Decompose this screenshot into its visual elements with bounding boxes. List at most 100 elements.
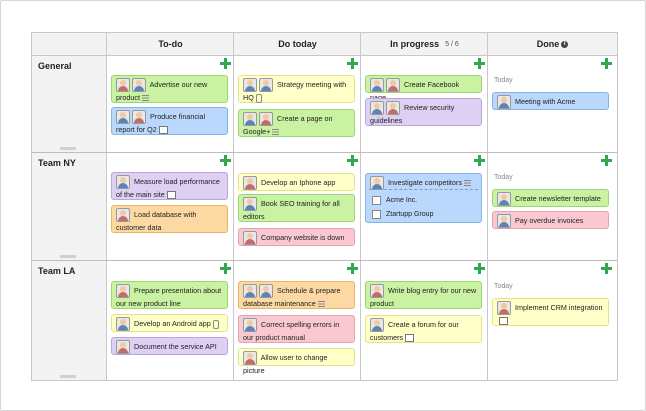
card-picture[interactable]: Allow user to change picture	[238, 348, 355, 375]
avatar-icon	[243, 197, 257, 211]
info-icon[interactable]: i	[561, 40, 569, 48]
divider	[32, 152, 617, 153]
card-investigate[interactable]: Investigate competitors Acme Inc. Ztartu…	[365, 173, 482, 223]
avatar-icon	[386, 101, 400, 115]
card-title: Pay overdue invoices	[515, 215, 584, 225]
add-card-icon[interactable]	[601, 263, 612, 274]
avatar-icon	[243, 351, 257, 365]
card-title: Write blog entry for our new product	[370, 285, 477, 308]
add-card-icon[interactable]	[347, 155, 358, 166]
card-spelling[interactable]: Correct spelling errors in our product m…	[238, 315, 355, 343]
column-header-in-progress[interactable]: In progress 5 / 6	[361, 33, 488, 56]
add-card-icon[interactable]	[220, 58, 231, 69]
card-meeting-acme[interactable]: Meeting with Acme	[492, 92, 609, 110]
card-advertise[interactable]: Advertise our new product	[111, 75, 228, 103]
resize-handle[interactable]	[60, 147, 76, 150]
add-card-icon[interactable]	[347, 263, 358, 274]
avatar-icon	[132, 110, 146, 124]
checklist-item[interactable]: Ztartupp Group	[372, 209, 433, 220]
card-title: Develop an Iphone app	[261, 177, 336, 187]
avatar-icon	[116, 340, 130, 354]
card-load-database[interactable]: Load database with customer data	[111, 205, 228, 233]
avatar-icon	[116, 110, 130, 124]
column-title: Done	[536, 39, 560, 49]
divider	[32, 260, 617, 261]
card-strategy-meeting[interactable]: Strategy meeting with HQ	[238, 75, 355, 103]
checkbox-icon[interactable]	[372, 195, 381, 205]
attachment-icon	[255, 93, 262, 103]
comment-icon	[158, 126, 168, 135]
card-iphone-app[interactable]: Develop an Iphone app	[238, 173, 355, 191]
card-seo-training[interactable]: Book SEO training for all editors	[238, 194, 355, 222]
avatar-icon	[370, 101, 384, 115]
add-card-icon[interactable]	[601, 58, 612, 69]
add-card-icon[interactable]	[601, 155, 612, 166]
divider	[487, 33, 488, 380]
avatar-icon	[132, 78, 146, 92]
card-create-facebook[interactable]: Create Facebook page	[365, 75, 482, 102]
column-header-todo[interactable]: To-do	[107, 33, 234, 56]
today-label: Today	[494, 77, 513, 84]
add-card-icon[interactable]	[474, 155, 485, 166]
avatar-icon	[243, 112, 257, 126]
add-card-icon[interactable]	[347, 58, 358, 69]
card-create-page[interactable]: Create a page on Google+	[238, 109, 355, 137]
card-newsletter[interactable]: Create newsletter template	[492, 189, 609, 207]
swimlane-team-ny[interactable]: Team NY	[32, 153, 107, 260]
checklist-item[interactable]: Acme Inc.	[372, 195, 417, 206]
checklist-label: Acme Inc.	[386, 197, 418, 204]
today-label: Today	[494, 283, 513, 290]
swimlane-team-la[interactable]: Team LA	[32, 261, 107, 380]
swimlane-title: Team NY	[38, 158, 76, 168]
avatar-icon	[370, 176, 384, 190]
card-review-security[interactable]: Review security guidelines	[365, 98, 482, 126]
card-crm[interactable]: Implement CRM integration	[492, 298, 609, 326]
avatar-icon	[370, 318, 384, 332]
avatar-icon	[259, 284, 273, 298]
card-forum[interactable]: Create a forum for our customers	[365, 315, 482, 343]
comment-icon	[166, 191, 176, 200]
swimlane-title: General	[38, 61, 72, 71]
divider	[360, 33, 361, 380]
resize-handle[interactable]	[60, 255, 76, 258]
add-card-icon[interactable]	[474, 263, 485, 274]
column-header-do-today[interactable]: Do today	[234, 33, 361, 56]
avatar-icon	[243, 78, 257, 92]
card-title: Book SEO training for all editors	[243, 198, 340, 221]
attachment-icon	[212, 319, 219, 329]
swimlane-title: Team LA	[38, 266, 76, 276]
column-header-done[interactable]: Done i	[488, 33, 617, 56]
comment-icon	[499, 317, 508, 326]
avatar-icon	[116, 175, 130, 189]
card-document-api[interactable]: Document the service API	[111, 337, 228, 355]
card-title: Prepare presentation about our new produ…	[116, 285, 222, 308]
avatar-icon	[116, 284, 130, 298]
card-title: Correct spelling errors in our product m…	[243, 319, 340, 342]
divider	[233, 33, 234, 380]
card-produce-report[interactable]: Produce financial report for Q2	[111, 107, 228, 135]
card-title: Document the service API	[134, 341, 217, 351]
card-measure-load[interactable]: Measure load performance of the main sit…	[111, 172, 228, 200]
card-title: Company website is down	[261, 232, 345, 242]
card-website-down[interactable]: Company website is down	[238, 228, 355, 246]
swimlane-general[interactable]: General	[32, 56, 107, 152]
today-label: Today	[494, 174, 513, 181]
add-card-icon[interactable]	[220, 263, 231, 274]
card-android-app[interactable]: Develop an Android app	[111, 314, 228, 332]
wip-limit: 5 / 6	[445, 40, 459, 48]
card-overdue[interactable]: Pay overdue invoices	[492, 211, 609, 229]
avatar-icon	[243, 318, 257, 332]
header-corner	[32, 33, 107, 56]
avatar-icon	[386, 78, 400, 92]
resize-handle[interactable]	[60, 375, 76, 378]
add-card-icon[interactable]	[220, 155, 231, 166]
avatar-icon	[259, 112, 273, 126]
card-title: Develop an Android app	[134, 318, 211, 328]
avatar-icon	[116, 317, 130, 331]
checkbox-icon[interactable]	[372, 209, 381, 219]
card-schedule[interactable]: Schedule & prepare database maintenance	[238, 281, 355, 309]
column-title: To-do	[158, 39, 183, 49]
add-card-icon[interactable]	[474, 58, 485, 69]
card-blog-entry[interactable]: Write blog entry for our new product	[365, 281, 482, 309]
card-presentation[interactable]: Prepare presentation about our new produ…	[111, 281, 228, 309]
